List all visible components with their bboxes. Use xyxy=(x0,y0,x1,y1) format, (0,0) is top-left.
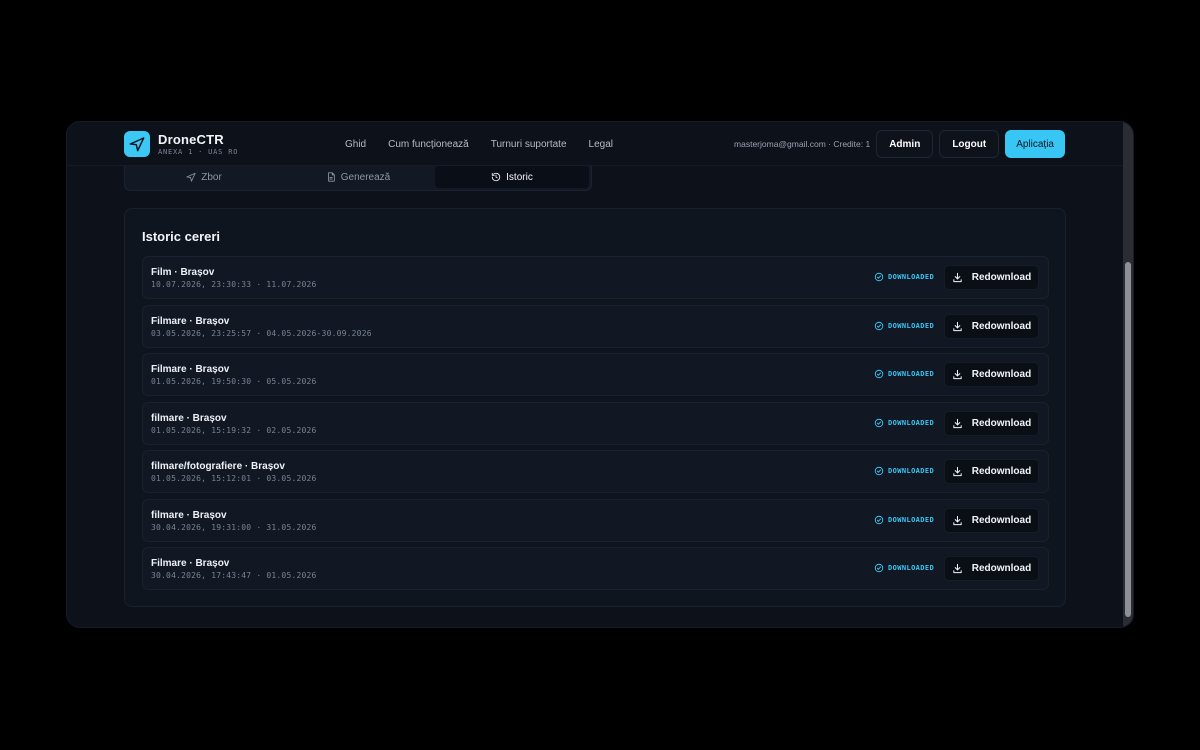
account-info: masterjoma@gmail.com · Credite: 1 xyxy=(734,139,871,149)
status-badge: DOWNLOADED xyxy=(874,515,934,525)
history-row-title: filmare/fotografiere · Brașov xyxy=(151,461,285,472)
status-label: DOWNLOADED xyxy=(888,564,935,572)
download-icon xyxy=(953,563,962,574)
history-row-meta: 10.07.2026, 23:30:33 · 11.07.2026 xyxy=(151,280,317,289)
history-row-title: Film · Brașov xyxy=(151,267,215,278)
history-icon xyxy=(491,172,501,182)
nav-link-ghid[interactable]: Ghid xyxy=(345,139,366,150)
history-list: Film · Brașov 10.07.2026, 23:30:33 · 11.… xyxy=(142,256,1049,596)
tab-bar: Zbor Generează Istoric xyxy=(124,166,592,191)
check-circle-icon xyxy=(874,515,884,524)
document-icon xyxy=(327,172,335,182)
status-label: DOWNLOADED xyxy=(888,418,935,427)
history-row-meta: 01.05.2026, 15:12:01 · 03.05.2026 xyxy=(151,474,317,483)
redownload-button[interactable]: Redownload xyxy=(944,556,1039,581)
history-row-meta: 30.04.2026, 17:43:47 · 01.05.2026 xyxy=(151,571,317,580)
history-row: Filmare · Brașov 01.05.2026, 19:50:30 · … xyxy=(142,353,1049,396)
brand-subtitle: ANEXA 1 · UAS RO xyxy=(158,147,239,156)
redownload-label: Redownload xyxy=(971,272,1032,283)
download-icon xyxy=(953,515,962,525)
redownload-button[interactable]: Redownload xyxy=(944,313,1039,339)
check-circle-icon xyxy=(874,418,884,427)
scrollbar-thumb[interactable] xyxy=(1125,262,1131,617)
history-row-meta: 30.04.2026, 19:31:00 · 31.05.2026 xyxy=(151,522,317,532)
download-icon xyxy=(953,418,962,428)
download-icon xyxy=(953,369,962,380)
history-row: Film · Brașov 10.07.2026, 23:30:33 · 11.… xyxy=(142,256,1049,299)
history-row-title: Filmare · Brașov xyxy=(151,558,230,569)
top-navbar: DroneCTR ANEXA 1 · UAS RO Ghid Cum funcț… xyxy=(67,122,1123,166)
download-icon xyxy=(953,321,962,331)
check-circle-icon xyxy=(874,563,884,573)
account-area: masterjoma@gmail.com · Credite: 1 Admin … xyxy=(734,130,1065,158)
status-badge: DOWNLOADED xyxy=(874,418,934,428)
download-icon xyxy=(953,466,962,477)
history-row-title: filmare · Brașov xyxy=(151,509,227,521)
tab-genereaza-label: Generează xyxy=(340,171,391,183)
check-circle-icon xyxy=(874,272,884,282)
status-label: DOWNLOADED xyxy=(888,467,935,475)
history-row-title: Filmare · Brașov xyxy=(151,315,230,327)
redownload-button[interactable]: Redownload xyxy=(944,507,1039,533)
app-button[interactable]: Aplicația xyxy=(1005,130,1065,158)
status-badge: DOWNLOADED xyxy=(874,272,934,282)
history-row: Filmare · Brașov 03.05.2026, 23:25:57 · … xyxy=(142,304,1049,348)
nav-link-legal[interactable]: Legal xyxy=(589,139,613,150)
redownload-label: Redownload xyxy=(971,563,1032,574)
tab-istoric[interactable]: Istoric xyxy=(435,166,589,188)
redownload-button[interactable]: Redownload xyxy=(944,459,1039,484)
redownload-label: Redownload xyxy=(971,466,1032,477)
status-label: DOWNLOADED xyxy=(888,370,935,378)
status-label: DOWNLOADED xyxy=(888,321,935,330)
redownload-label: Redownload xyxy=(971,417,1032,429)
history-row-title: filmare · Brașov xyxy=(151,412,227,424)
history-title: Istoric cereri xyxy=(142,229,221,244)
redownload-button[interactable]: Redownload xyxy=(944,265,1039,290)
history-row-meta: 03.05.2026, 23:25:57 · 04.05.2026-30.09.… xyxy=(151,328,372,338)
download-icon xyxy=(953,272,962,283)
history-row: filmare/fotografiere · Brașov 01.05.2026… xyxy=(142,450,1049,493)
redownload-label: Redownload xyxy=(971,369,1032,380)
status-badge: DOWNLOADED xyxy=(874,563,934,573)
status-badge: DOWNLOADED xyxy=(874,369,934,379)
check-circle-icon xyxy=(874,369,884,379)
brand-name: DroneCTR xyxy=(158,131,224,147)
drone-icon xyxy=(186,172,196,182)
status-label: DOWNLOADED xyxy=(888,273,935,281)
brand[interactable]: DroneCTR ANEXA 1 · UAS RO xyxy=(124,131,238,157)
app-window: DroneCTR ANEXA 1 · UAS RO Ghid Cum funcț… xyxy=(66,121,1134,628)
logout-button[interactable]: Logout xyxy=(939,130,1000,158)
tab-istoric-label: Istoric xyxy=(506,171,533,183)
tab-zbor-label: Zbor xyxy=(201,171,222,183)
redownload-button[interactable]: Redownload xyxy=(944,410,1039,436)
redownload-label: Redownload xyxy=(971,514,1032,526)
tab-zbor[interactable]: Zbor xyxy=(127,166,281,188)
status-badge: DOWNLOADED xyxy=(874,466,934,476)
history-row: filmare · Brașov 01.05.2026, 15:19:32 · … xyxy=(142,401,1049,445)
history-row-meta: 01.05.2026, 19:50:30 · 05.05.2026 xyxy=(151,377,317,386)
nav-link-turnuri-suportate[interactable]: Turnuri suportate xyxy=(491,139,567,150)
history-row: Filmare · Brașov 30.04.2026, 17:43:47 · … xyxy=(142,547,1049,590)
check-circle-icon xyxy=(874,466,884,476)
history-row-meta: 01.05.2026, 15:19:32 · 02.05.2026 xyxy=(151,425,317,435)
status-badge: DOWNLOADED xyxy=(874,321,934,331)
tab-genereaza[interactable]: Generează xyxy=(281,166,435,188)
redownload-label: Redownload xyxy=(971,320,1032,332)
main-nav: Ghid Cum funcționează Turnuri suportate … xyxy=(345,122,613,166)
drone-logo-icon xyxy=(124,131,150,157)
scrollbar[interactable] xyxy=(1123,122,1133,627)
admin-button[interactable]: Admin xyxy=(876,130,934,158)
check-circle-icon xyxy=(874,321,884,330)
history-row: filmare · Brașov 30.04.2026, 19:31:00 · … xyxy=(142,498,1049,542)
nav-link-cum-functioneaza[interactable]: Cum funcționează xyxy=(388,139,469,150)
status-label: DOWNLOADED xyxy=(888,515,935,524)
redownload-button[interactable]: Redownload xyxy=(944,362,1039,387)
history-row-title: Filmare · Brașov xyxy=(151,364,230,375)
history-card: Istoric cereri Film · Brașov 10.07.2026,… xyxy=(124,208,1066,607)
